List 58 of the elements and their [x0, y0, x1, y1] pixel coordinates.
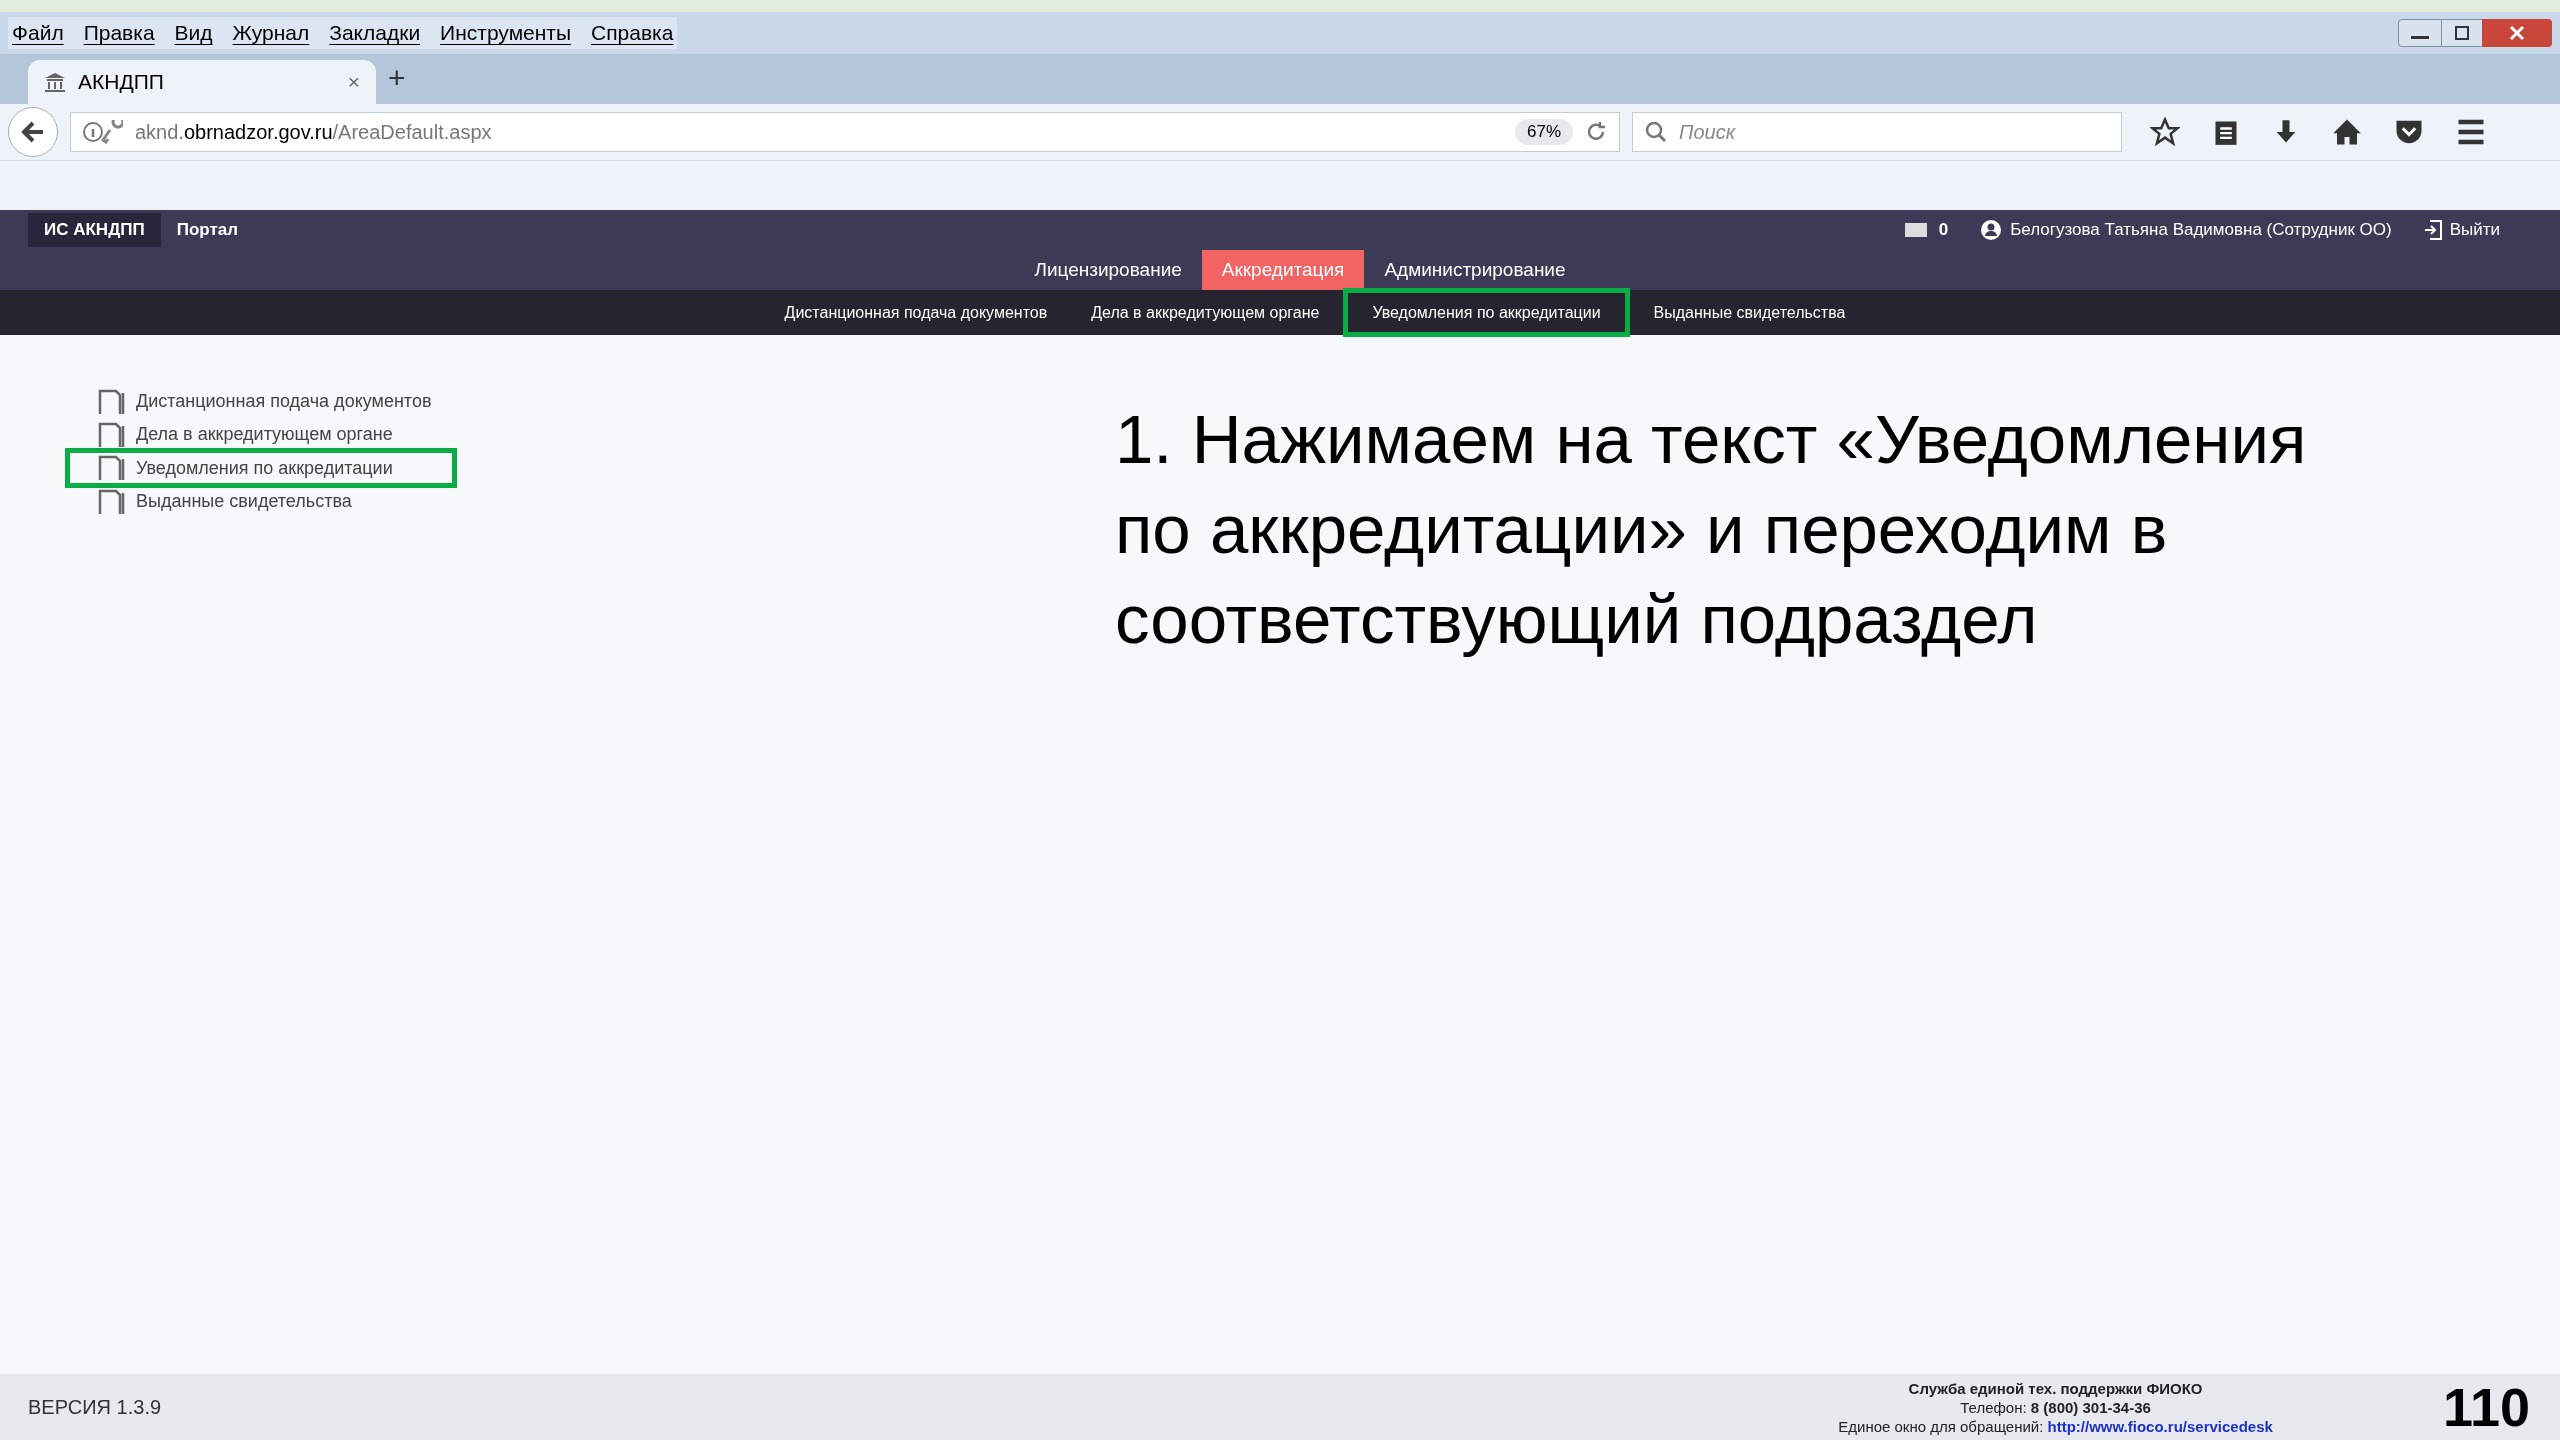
- url-text: aknd.obrnadzor.gov.ru/AreaDefault.aspx: [135, 120, 493, 145]
- logout-icon[interactable]: [2423, 220, 2442, 240]
- minimize-button[interactable]: [2398, 19, 2442, 47]
- tab-close-button[interactable]: ×: [347, 66, 360, 98]
- back-button[interactable]: [8, 107, 58, 157]
- tree-item[interactable]: Дела в аккредитующем органе: [65, 418, 1050, 451]
- version-label: ВЕРСИЯ 1.3.9: [28, 1395, 162, 1420]
- menu-item[interactable]: Правка: [83, 17, 155, 49]
- logout-link[interactable]: Выйти: [2449, 217, 2500, 243]
- search-field[interactable]: Поиск: [1632, 112, 2122, 152]
- tree-item[interactable]: Дистанционная подача документов: [65, 385, 1050, 418]
- browser-tab[interactable]: АКНДПП ×: [28, 60, 376, 104]
- menu-item[interactable]: Журнал: [232, 17, 310, 49]
- tree-item-label: Уведомления по аккредитации: [136, 456, 393, 480]
- user-name[interactable]: Белогузова Татьяна Вадимовна (Сотрудник ОО): [2010, 217, 2392, 243]
- portal-link[interactable]: Портал: [160, 217, 255, 243]
- support-title: Служба единой тех. поддержки ФИОКО: [1908, 1378, 2203, 1398]
- subnav-link[interactable]: Дела в аккредитующем органе: [1071, 300, 1340, 325]
- tree-item[interactable]: Уведомления по аккредитации: [65, 448, 457, 488]
- envelope-icon[interactable]: [1904, 223, 1927, 237]
- menu-item[interactable]: Справка: [591, 17, 674, 49]
- search-placeholder: Поиск: [1679, 120, 1736, 145]
- tree-item-label: Выданные свидетельства: [136, 490, 352, 513]
- close-icon: [2509, 25, 2525, 41]
- menu-item[interactable]: Файл: [12, 17, 64, 49]
- menu-icon[interactable]: [2456, 118, 2486, 146]
- service-desk-text: Единое окно для обращений: http://www.fioco.ru/servicedesk: [1838, 1416, 2273, 1436]
- menu-item[interactable]: Закладки: [329, 17, 421, 49]
- nav-tab[interactable]: Администрирование: [1364, 250, 1586, 290]
- brand-label[interactable]: ИС АКНДПП: [28, 213, 161, 247]
- tree-item[interactable]: Выданные свидетельства: [65, 485, 1050, 518]
- nav-tab[interactable]: Лицензирование: [1014, 250, 1202, 290]
- home-icon[interactable]: [2332, 117, 2362, 147]
- service-desk-link[interactable]: http://www.fioco.ru/servicedesk: [2047, 1417, 2273, 1435]
- reload-icon[interactable]: [1585, 121, 1607, 143]
- subnav-link[interactable]: Выданные свидетельства: [1633, 300, 1866, 325]
- subnav-link[interactable]: Дистанционная подача документов: [764, 300, 1068, 325]
- zoom-badge[interactable]: 67%: [1514, 119, 1573, 145]
- restore-button[interactable]: [2442, 19, 2482, 47]
- tab-title: АКНДПП: [78, 69, 165, 96]
- subnav-link[interactable]: Уведомления по аккредитации: [1343, 288, 1630, 337]
- instruction-text: 1. Нажимаем на текст «Уведомления по аккредитации» и переходим в соответствующий подраздел: [1115, 400, 2308, 660]
- address-field[interactable]: aknd.obrnadzor.gov.ru/AreaDefault.aspx 67%: [70, 112, 1620, 152]
- page-number: 110: [2442, 1375, 2530, 1439]
- search-icon: [1645, 121, 1667, 143]
- message-count: 0: [1938, 219, 1949, 242]
- menu-item[interactable]: Инструменты: [440, 17, 572, 49]
- info-icon: [83, 120, 123, 144]
- star-icon[interactable]: [2150, 117, 2180, 147]
- phone-text: Телефон: 8 (800) 301-34-36: [1960, 1397, 2151, 1417]
- tree-item-label: Дела в аккредитующем органе: [136, 423, 393, 446]
- new-tab-button[interactable]: +: [388, 55, 406, 100]
- menu-item[interactable]: Вид: [174, 17, 213, 49]
- tree-item-label: Дистанционная подача документов: [136, 390, 432, 413]
- building-icon: [44, 72, 66, 92]
- user-icon: [1980, 219, 2003, 241]
- close-button[interactable]: [2482, 19, 2552, 47]
- back-arrow-icon: [21, 121, 45, 143]
